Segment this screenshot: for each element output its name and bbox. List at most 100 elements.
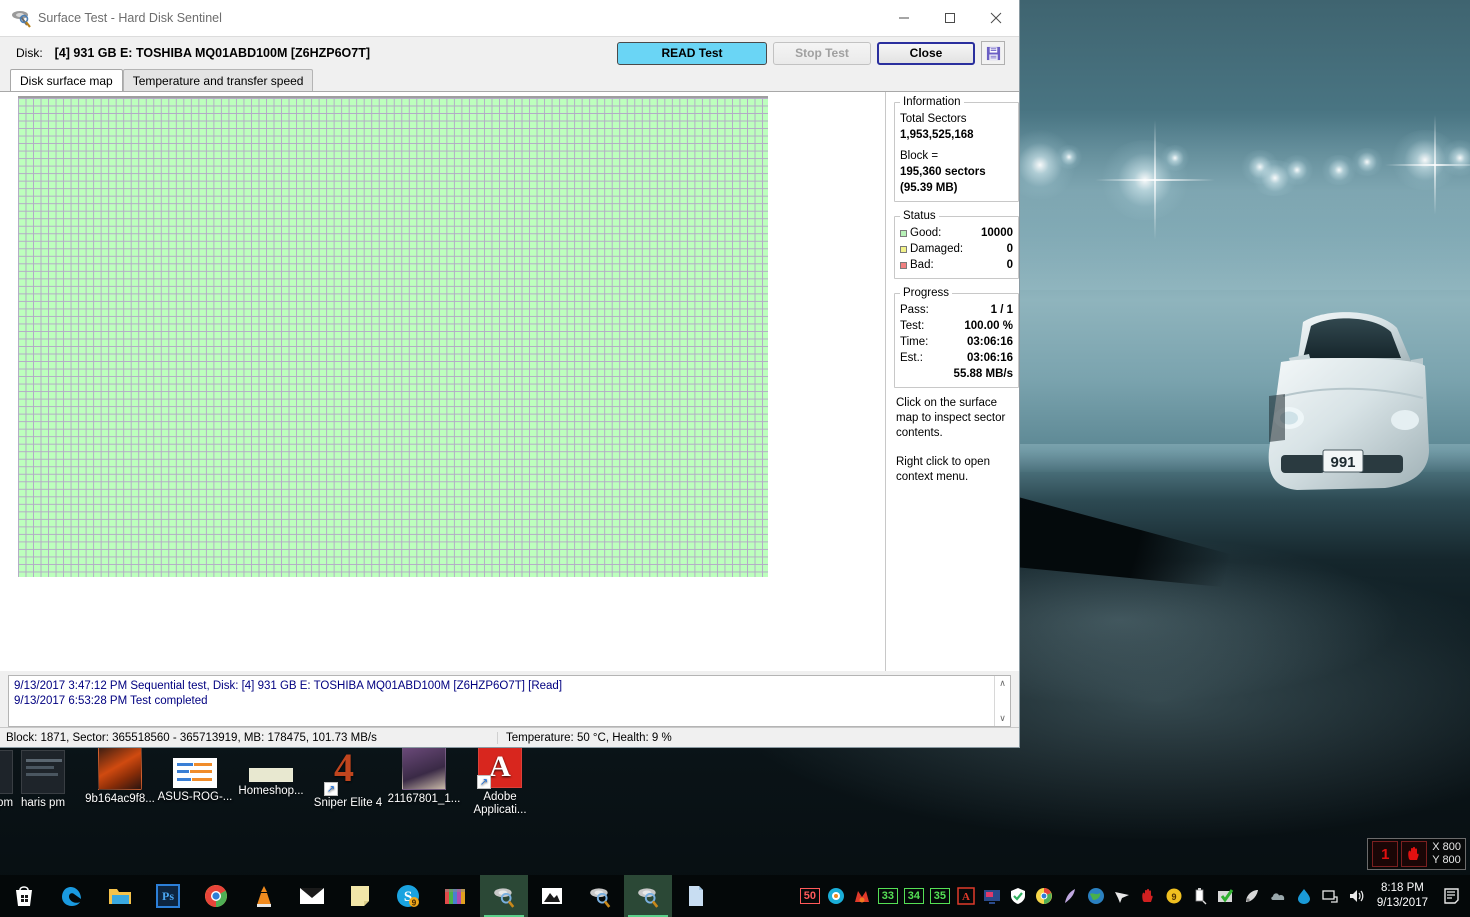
pass-label: Pass: (900, 304, 929, 316)
chrome-button[interactable] (192, 875, 240, 917)
stadium-light-glow (1240, 150, 1280, 184)
block-size: (95.39 MB) (900, 182, 958, 194)
earth-globe-icon[interactable] (1084, 883, 1108, 909)
svg-text:991: 991 (1330, 454, 1355, 471)
stadium-light-glow (1160, 145, 1190, 171)
security-shield-icon[interactable] (1006, 883, 1030, 909)
disk-value: [4] 931 GB E: TOSHIBA MQ01ABD100M [Z6HZP… (54, 45, 371, 60)
stop-test-button[interactable]: Stop Test (773, 41, 871, 65)
photos-button[interactable] (528, 875, 576, 917)
stadium-light-glow (1350, 148, 1384, 176)
icon-thumbnail (21, 750, 65, 794)
information-legend: Information (903, 96, 961, 108)
temp-badge-35[interactable]: 35 (928, 883, 952, 909)
information-group: Information Total Sectors 1,953,525,168 … (894, 96, 1019, 202)
desktop-icon[interactable]: haris pm (4, 750, 82, 810)
status-bar-temperature-health: Temperature: 50 °C, Health: 9 % (497, 731, 1019, 744)
desktop-icon[interactable]: Homeshop... (232, 768, 310, 798)
clock-time: 8:18 PM (1381, 882, 1424, 894)
temp-badge-50[interactable]: 50 (798, 883, 822, 909)
save-icon[interactable] (981, 41, 1005, 65)
notes-button[interactable] (336, 875, 384, 917)
log-line: 9/13/2017 6:53:28 PM Test completed (14, 695, 208, 707)
disk-surface-map[interactable] (18, 96, 768, 577)
status-legend: Status (903, 210, 936, 222)
porsche-car-image: 991 (1268, 312, 1429, 490)
tab-disk-surface-map[interactable]: Disk surface map (10, 69, 123, 91)
stadium-light-glow (1440, 140, 1470, 176)
clock[interactable]: 8:18 PM 9/13/2017 (1369, 881, 1438, 911)
file-explorer-button[interactable] (96, 875, 144, 917)
edge-button[interactable] (48, 875, 96, 917)
dpi-y: Y 800 (1432, 854, 1461, 866)
disk-label: Disk: (16, 45, 43, 60)
adobe-reader-icon[interactable]: A (954, 883, 978, 909)
close-button[interactable]: Close (877, 41, 975, 65)
hdsentinel-button-2[interactable] (576, 875, 624, 917)
volume-icon[interactable] (1344, 883, 1368, 909)
window-title: Surface Test - Hard Disk Sentinel (38, 11, 222, 25)
hand-icon[interactable] (1136, 883, 1160, 909)
test-value: 100.00 % (964, 320, 1013, 332)
chrome-tray-icon[interactable] (1032, 883, 1056, 909)
start-button[interactable] (0, 875, 48, 917)
scroll-down-icon[interactable]: ∨ (999, 713, 1006, 724)
dpi-profile-badge: 1 (1372, 841, 1399, 867)
feather-icon[interactable] (1058, 883, 1082, 909)
mail-button[interactable] (288, 875, 336, 917)
desktop-icon-label: 21167801_1... (387, 793, 461, 805)
ball-icon[interactable]: 9 (1162, 883, 1186, 909)
hint-right-click: Right click to open context menu. (896, 456, 990, 483)
stadium-light-glow (1055, 145, 1083, 169)
dpi-x: X 800 (1432, 841, 1461, 853)
desktop-icon[interactable]: ASUS-ROG-... (156, 758, 234, 804)
water-drop-icon[interactable] (1292, 883, 1316, 909)
log-list[interactable]: 9/13/2017 3:47:12 PM Sequential test, Di… (9, 676, 994, 726)
status-group: Status Good: 10000 Damaged: 0 Bad: 0 (894, 210, 1019, 279)
hwmonitor-icon[interactable] (824, 883, 848, 909)
plane-icon[interactable] (1110, 883, 1134, 909)
tab-temperature-transfer-speed[interactable]: Temperature and transfer speed (122, 69, 314, 91)
msi-afterburner-icon[interactable] (850, 883, 874, 909)
car-shadow (1020, 497, 1280, 593)
title-bar[interactable]: Surface Test - Hard Disk Sentinel (0, 0, 1019, 37)
notifications-icon[interactable] (1438, 887, 1466, 905)
temp-badge-34[interactable]: 34 (902, 883, 926, 909)
satellite-icon[interactable] (1240, 883, 1264, 909)
read-test-button[interactable]: READ Test (617, 41, 767, 65)
desktop-icon[interactable]: A ↗ Adobe Applicati... (461, 744, 539, 817)
cloud-icon[interactable] (1266, 883, 1290, 909)
close-window-button[interactable] (973, 0, 1019, 36)
skype-button[interactable]: S 9 (384, 875, 432, 917)
winrar-button[interactable] (432, 875, 480, 917)
vlc-button[interactable] (240, 875, 288, 917)
status-bar: Block: 1871, Sector: 365518560 - 3657139… (0, 727, 1019, 747)
document-button[interactable] (672, 875, 720, 917)
desktop-icon[interactable]: 4 ↗ Sniper Elite 4 (309, 746, 387, 810)
maximize-button[interactable] (927, 0, 973, 36)
desktop-icon-label: Adobe Applicati... (473, 791, 527, 816)
log-scrollbar[interactable]: ∧ ∨ (994, 676, 1010, 726)
pass-value: 1 / 1 (990, 304, 1013, 316)
damaged-value: 0 (1006, 243, 1013, 255)
gpu-monitor-icon[interactable] (980, 883, 1004, 909)
minimize-button[interactable] (881, 0, 927, 36)
block-label: Block = (900, 150, 939, 162)
icon-thumbnail (173, 758, 217, 788)
progress-row-est: Est.: 03:06:16 (900, 350, 1013, 366)
log-line: 9/13/2017 3:47:12 PM Sequential test, Di… (14, 680, 563, 692)
desktop-icon[interactable]: 9b164ac9f8... (81, 746, 159, 806)
hdsentinel-button-3[interactable] (624, 875, 672, 917)
taskbar: Ps S 9 50 33 34 35 A 9 8:18 PM 9/13/2017 (0, 875, 1470, 917)
usb-eject-icon[interactable] (1188, 883, 1212, 909)
network-icon[interactable] (1318, 883, 1342, 909)
desktop-icon[interactable]: 21167801_1... (385, 746, 463, 806)
temp-badge-33[interactable]: 33 (876, 883, 900, 909)
scroll-up-icon[interactable]: ∧ (999, 678, 1006, 689)
info-pane: Information Total Sectors 1,953,525,168 … (886, 92, 1019, 671)
desktop-icon-label: Homeshop... (238, 785, 304, 797)
photoshop-button[interactable]: Ps (144, 875, 192, 917)
hdsentinel-button-1[interactable] (480, 875, 528, 917)
green-check-icon[interactable] (1214, 883, 1238, 909)
icon-thumbnail: 4 ↗ (324, 746, 370, 796)
